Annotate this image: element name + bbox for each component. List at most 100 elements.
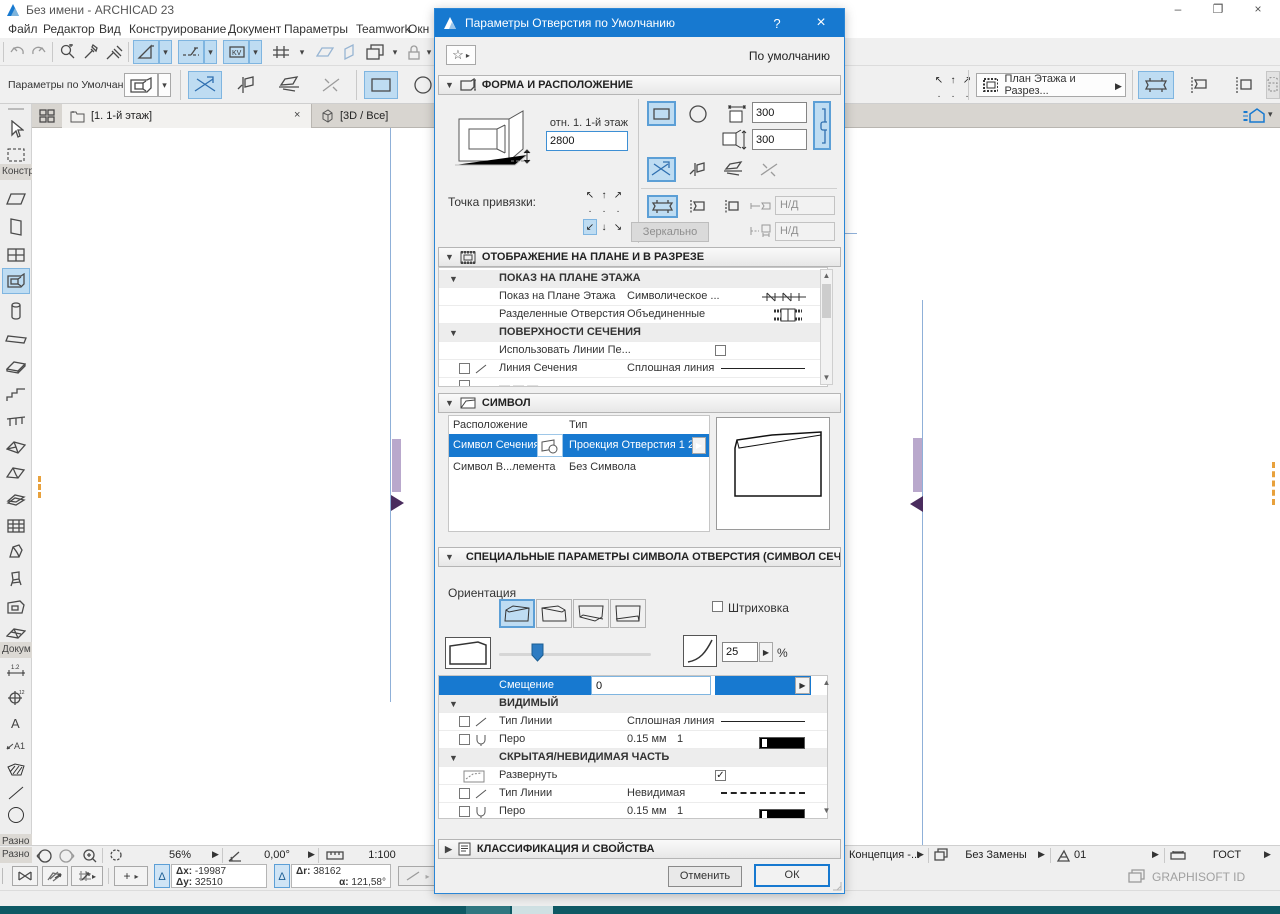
tab-3d[interactable]: [3D / Все] [313,104,438,128]
graphisoft-id-label[interactable]: GRAPHISOFT ID [1152,870,1245,884]
distortion-percent-spinner[interactable]: ▶ [759,642,773,662]
section-special-header[interactable]: ▼ СПЕЦИАЛЬНЫЕ ПАРАМЕТРЫ СИМВОЛА ОТВЕРСТИ… [438,547,841,567]
dialog-title-bar[interactable]: Параметры Отверстия по Умолчанию ? × [435,9,844,37]
orientation-icon[interactable] [228,849,242,862]
scroll-up-icon[interactable]: ▲ [821,270,832,282]
section-line-left[interactable] [390,128,391,702]
scale-icon[interactable] [326,851,344,860]
ap-tr[interactable]: ↗ [611,187,625,203]
eyedropper-icon[interactable] [80,42,102,62]
symbol-row-cut[interactable]: Символ Сечения Проекция Отверстия 1 23 ▶ [449,434,709,457]
quick-options-dropdown[interactable]: ▾ [1268,109,1273,120]
display-subheader-1[interactable]: ▼ПОКАЗ НА ПЛАНЕ ЭТАЖА [439,270,827,288]
dimension-style-value[interactable]: ГОСТ [1192,848,1262,863]
tab-floor-plan[interactable]: [1. 1-й этаж] × [62,104,312,128]
zoom-in-icon[interactable] [82,848,98,863]
tool-railing[interactable] [2,408,30,434]
tool-label[interactable]: A1 [2,732,30,758]
pen-set-dropdown[interactable]: ▶ [1152,849,1159,860]
tool-shell[interactable] [2,460,30,486]
lock-icon[interactable] [404,42,424,62]
tab-close-icon[interactable]: × [294,109,300,121]
limit-mode-1-button[interactable] [647,195,678,218]
section-arrow-left[interactable] [391,495,404,511]
menu-file[interactable]: Файл [4,21,42,37]
symbol-row-cut-more-button[interactable]: ▶ [692,437,706,454]
orientation-1-button[interactable] [499,599,535,628]
close-button[interactable]: × [1238,0,1278,19]
back-view-icon[interactable] [36,848,53,863]
tool-arrow[interactable] [2,116,30,142]
param-row-expand[interactable]: Развернуть ✓ [439,767,827,785]
slant-mode-3-button[interactable] [719,157,748,182]
tool-window[interactable] [2,242,30,268]
height-input[interactable] [752,129,807,150]
pen-hidden-checkbox[interactable] [459,806,470,817]
tool-wall[interactable] [2,186,30,212]
tool-fill[interactable] [2,756,30,782]
restore-button[interactable]: ❐ [1198,0,1238,19]
layer-combination-icon[interactable] [934,848,949,862]
menu-design[interactable]: Конструирование [125,21,230,37]
redo-button[interactable] [28,42,48,62]
slant-mode-2-button[interactable] [683,157,712,182]
tool-dimension[interactable]: 1.2 [2,656,30,682]
pen-color-swatch[interactable] [759,737,805,749]
params-scroll-up-icon[interactable]: ▲ [820,677,833,689]
hatch-checkbox[interactable] [712,601,723,612]
section-marker-handle-right[interactable] [913,438,922,492]
params-subheader-visible[interactable]: ▼ВИДИМЫЙ [439,695,827,713]
snap-point-button[interactable]: +▸ [114,866,148,886]
tool-circle[interactable] [2,802,30,828]
tool-curtain-wall[interactable] [2,512,30,538]
frame-button[interactable] [362,41,388,63]
undo-button[interactable] [8,42,28,62]
window-switch-icon[interactable] [1128,869,1145,883]
toolbox-group-construct[interactable]: Констр [0,164,32,180]
tracker-xy-box[interactable]: Δx: -19987 Δy: 32510 [171,864,267,888]
dy-value[interactable]: 32510 [195,877,223,888]
opening-tool-dropdown[interactable]: ▾ [158,73,171,97]
cut-line-checkbox[interactable] [459,363,470,374]
shape-rect-button[interactable] [364,71,398,99]
distortion-percent-input[interactable] [722,642,758,662]
grid-snap-toggle-button[interactable]: ▸ [71,866,103,886]
param-row-offset[interactable]: Смещение 0 ▶ [439,676,827,695]
anchor-c[interactable]: · [946,88,960,104]
ap-c[interactable]: · [597,203,611,219]
scroll-down-icon[interactable]: ▼ [821,372,832,384]
frame-dropdown[interactable]: ▾ [389,41,401,63]
orientation-4-button[interactable] [610,599,646,628]
quick-options-house-icon[interactable] [1242,108,1266,124]
elevation-marker-left[interactable] [38,476,41,498]
cut-mode-3-button[interactable] [272,71,306,99]
anchor-r[interactable]: · [960,88,974,104]
display-scrollbar[interactable]: ▲ ▼ [820,269,833,385]
scroll-thumb[interactable] [822,284,831,318]
elevation-input[interactable] [546,131,628,151]
cut-display-button[interactable] [1226,71,1262,99]
limit-mode-2-button[interactable] [682,195,713,218]
snap-guides-button[interactable] [178,40,204,64]
linetype-hidden-checkbox[interactable] [459,788,470,799]
guide-lines-dropdown[interactable]: ▾ [159,40,172,64]
display-row-use-lines[interactable]: Использовать Линии Пе... [439,342,827,360]
anchor-tl[interactable]: ↖ [932,72,946,88]
tool-stair[interactable] [2,382,30,408]
tracker-xy-icon[interactable]: Δ [154,864,170,888]
tool-slab[interactable] [2,354,30,380]
param-row-linetype-visible[interactable]: Тип ЛинииСплошная линия [439,713,827,731]
param-row-pen-visible[interactable]: Перо0.15 мм 1 [439,731,827,749]
section-arrow-right[interactable] [910,496,923,512]
section-symbol-header[interactable]: ▼ СИМВОЛ [438,393,841,413]
guide-lines-button[interactable] [133,40,159,64]
param-row-linetype-hidden[interactable]: Тип ЛинииНевидимая [439,785,827,803]
tool-object[interactable] [2,566,30,592]
limit-mode-3-button[interactable] [716,195,747,218]
section-marker-handle-left[interactable] [392,439,401,492]
tool-column[interactable] [2,298,30,324]
ap-b[interactable]: ↓ [597,219,611,235]
display-row-split-openings[interactable]: Разделенные ОтверстияОбъединенные [439,306,827,324]
layer-combination-dropdown[interactable]: ▶ [1038,849,1045,860]
tracker-polar-box[interactable]: Δr: 38162 α: 121,58° [291,864,391,888]
